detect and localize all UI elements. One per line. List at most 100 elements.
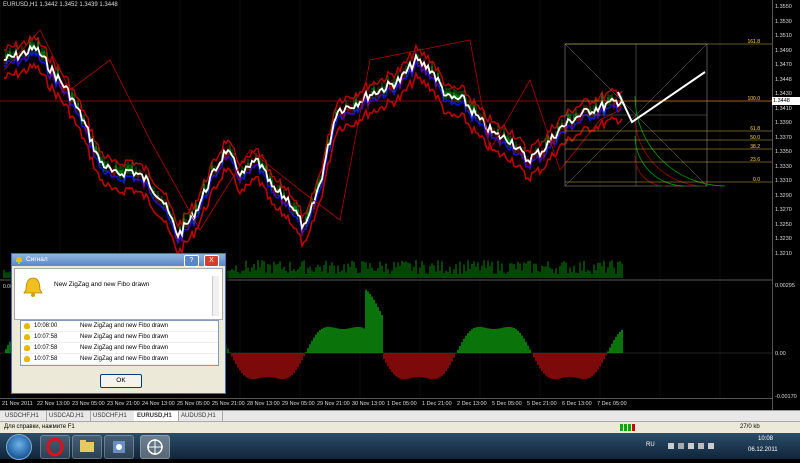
alert-row[interactable]: 10:07:58 New ZigZag and new Fibo drawn bbox=[21, 343, 218, 354]
fibo-arc bbox=[634, 115, 706, 187]
clock-date[interactable]: 06.12.2011 bbox=[748, 447, 778, 453]
fibo-level-label: 23.6 bbox=[750, 157, 760, 163]
signal-dialog: Сигнал ? X New ZigZag and new Fibo drawn… bbox=[11, 253, 226, 394]
fibo-arc bbox=[634, 155, 666, 187]
tray-icons bbox=[666, 441, 726, 451]
date-tick: 21 Nov 2011 bbox=[2, 401, 33, 407]
app-taskbar-button[interactable] bbox=[104, 435, 134, 459]
date-tick: 5 Dec 21:00 bbox=[527, 401, 557, 407]
price-tick: 1.3370 bbox=[775, 134, 792, 141]
price-tick: 1.3230 bbox=[775, 236, 792, 242]
date-tick: 2 Dec 13:00 bbox=[457, 401, 487, 407]
tab-audusd-h1[interactable]: AUDUSD,H1 bbox=[178, 411, 223, 421]
traffic-counter: 27/0 kb bbox=[740, 424, 760, 430]
price-tick: 1.3310 bbox=[775, 178, 792, 184]
alert-message: New ZigZag and new Fibo drawn bbox=[80, 334, 169, 340]
date-tick: 29 Nov 21:00 bbox=[317, 401, 350, 407]
tab-eurusd-h1[interactable]: EURUSD,H1 bbox=[134, 411, 179, 421]
clock-time[interactable]: 10:08 bbox=[758, 436, 773, 442]
language-indicator[interactable]: RU bbox=[646, 442, 655, 448]
bell-row-icon bbox=[24, 345, 30, 351]
alert-message: New ZigZag and new Fibo drawn bbox=[80, 323, 169, 329]
windows-taskbar: RU 10:08 06.12.2011 bbox=[0, 433, 800, 460]
date-tick: 24 Nov 13:00 bbox=[142, 401, 175, 407]
moving-average-line bbox=[3, 34, 623, 229]
alert-row[interactable]: 10:07:58 New ZigZag and new Fibo drawn bbox=[21, 354, 218, 365]
date-tick: 30 Nov 13:00 bbox=[352, 401, 385, 407]
date-tick: 25 Nov 05:00 bbox=[177, 401, 210, 407]
price-scale: 1.3550 1.3530 1.3510 1.3490 1.3470 1.3448 1.34… bbox=[772, 0, 800, 410]
message-panel bbox=[14, 268, 223, 320]
alert-time: 10:07:58 bbox=[34, 356, 58, 362]
tab-usdcad-h1[interactable]: USDCAD,H1 bbox=[46, 411, 91, 421]
opera-taskbar-button[interactable] bbox=[40, 435, 70, 459]
date-tick: 22 Nov 13:00 bbox=[37, 401, 70, 407]
message-scrollbar[interactable] bbox=[212, 276, 219, 316]
fibo-level-label: 0.0 bbox=[753, 177, 760, 183]
oscillator-tick: 0.00 bbox=[775, 351, 786, 357]
start-button[interactable] bbox=[6, 434, 32, 460]
bell-icon bbox=[23, 277, 43, 297]
date-tick: 5 Dec 05:00 bbox=[492, 401, 522, 407]
price-tick: 1.3510 bbox=[775, 33, 792, 39]
bell-row-icon bbox=[24, 334, 30, 340]
opera-icon bbox=[46, 437, 64, 457]
alert-message: New ZigZag and new Fibo drawn bbox=[80, 345, 169, 351]
fibo-level-label: 161.8 bbox=[747, 39, 760, 45]
dialog-message: New ZigZag and new Fibo drawn bbox=[54, 281, 150, 288]
bell-row-icon bbox=[24, 356, 30, 362]
metatrader-taskbar-button[interactable] bbox=[140, 435, 170, 459]
projection-line bbox=[617, 71, 706, 124]
connection-indicator bbox=[620, 423, 660, 431]
alert-row[interactable]: 10:08:00 New ZigZag and new Fibo drawn bbox=[21, 321, 218, 332]
symbol-title: EURUSD,H1 1.3442 1.3452 1.3439 1.3448 bbox=[3, 2, 118, 8]
price-tick: 1.3270 bbox=[775, 207, 792, 213]
tab-usdchf-h1[interactable]: USDCHF,H1 bbox=[2, 411, 47, 421]
price-tick: 1.3490 bbox=[775, 47, 792, 54]
alert-time: 10:07:58 bbox=[34, 345, 58, 351]
tab-usdchf-h1[interactable]: USDCHF,H1 bbox=[90, 411, 135, 421]
date-tick: 29 Nov 05:00 bbox=[282, 401, 315, 407]
metatrader-icon bbox=[147, 439, 163, 455]
date-tick: 25 Nov 21:00 bbox=[212, 401, 245, 407]
date-tick: 23 Nov 05:00 bbox=[72, 401, 105, 407]
bell-small-icon bbox=[16, 257, 22, 264]
price-tick: 1.3250 bbox=[775, 221, 792, 228]
price-tick: 1.3550 bbox=[775, 4, 792, 10]
ok-button[interactable]: OK bbox=[100, 374, 142, 388]
close-button[interactable]: X bbox=[204, 255, 219, 267]
fibo-level-label: 50.0 bbox=[750, 135, 760, 141]
moving-average-line bbox=[3, 44, 623, 240]
oscillator-tick: -0.00170 bbox=[775, 394, 797, 400]
dialog-title-bar: Сигнал ? X bbox=[12, 254, 225, 267]
alert-time: 10:07:58 bbox=[34, 334, 58, 340]
bell-row-icon bbox=[24, 323, 30, 329]
system-tray: RU 10:08 06.12.2011 bbox=[640, 433, 800, 459]
price-tick: 1.3390 bbox=[775, 120, 792, 126]
app-icon bbox=[113, 441, 125, 453]
date-tick: 28 Nov 13:00 bbox=[247, 401, 280, 407]
alert-time: 10:08:00 bbox=[34, 323, 58, 329]
date-tick: 6 Dec 13:00 bbox=[562, 401, 592, 407]
date-tick: 7 Dec 05:00 bbox=[597, 401, 627, 407]
help-button[interactable]: ? bbox=[184, 255, 199, 267]
alerts-list[interactable]: 10:08:00 New ZigZag and new Fibo drawn 10:… bbox=[20, 320, 219, 366]
price-tick: 1.3470 bbox=[775, 62, 792, 68]
price-tick: 1.3290 bbox=[775, 192, 792, 199]
help-hint: Для справки, нажмите F1 bbox=[4, 424, 75, 430]
fibo-level-label: 61.8 bbox=[750, 126, 760, 132]
alert-message: New ZigZag and new Fibo drawn bbox=[80, 356, 169, 362]
explorer-taskbar-button[interactable] bbox=[72, 435, 102, 459]
price-tick: 1.3530 bbox=[775, 18, 792, 25]
date-tick: 1 Dec 21:00 bbox=[422, 401, 452, 407]
price-tick: 1.3410 bbox=[775, 105, 792, 112]
date-tick: 23 Nov 21:00 bbox=[107, 401, 140, 407]
date-tick: 1 Dec 05:00 bbox=[387, 401, 417, 407]
price-tick: 1.3448 bbox=[775, 76, 792, 83]
alert-row[interactable]: 10:07:58 New ZigZag and new Fibo drawn bbox=[21, 332, 218, 343]
fibo-level-label: 38.2 bbox=[750, 144, 760, 150]
fibo-level-label: 100.0 bbox=[747, 96, 760, 102]
price-tick: 1.3330 bbox=[775, 163, 792, 170]
dialog-title: Сигнал bbox=[26, 256, 48, 263]
price-tick: 1.3210 bbox=[775, 250, 792, 257]
